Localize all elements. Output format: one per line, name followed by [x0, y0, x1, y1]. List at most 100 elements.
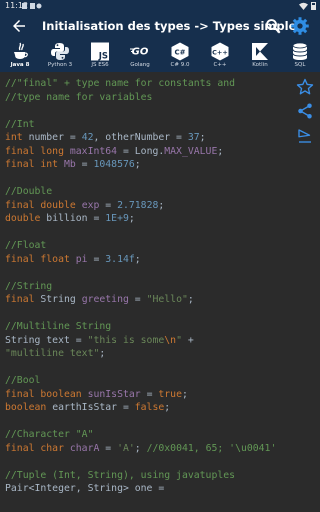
code-token-comment: //0x0041, 65; '\u0041': [146, 442, 277, 454]
code-line: String text = "this is some\n" +: [0, 334, 290, 348]
code-line: int number = 42, otherNumber = 37;: [0, 131, 290, 145]
csharp-icon: C#: [171, 42, 189, 61]
gear-icon[interactable]: [290, 16, 310, 36]
tab-label: C++: [213, 62, 227, 68]
code-line: //Int: [0, 118, 290, 132]
tab-label: C# 9.0: [170, 62, 190, 68]
code-token-plain: ;: [99, 348, 106, 359]
tab-label: Kotlin: [252, 62, 268, 68]
code-token-keyword: final char: [5, 442, 70, 454]
code-line: final char charA = 'A'; //0x0041, 65; '\…: [0, 442, 290, 456]
code-token-keyword: final double: [5, 199, 82, 211]
javascript-icon: JS: [91, 42, 109, 61]
code-line: final String greeting = "Hello";: [0, 293, 290, 307]
code-token-plain: String: [40, 294, 82, 305]
code-line: //Float: [0, 239, 290, 253]
code-token-comment: //"final" + type name for constants and: [5, 78, 236, 89]
code-token-plain: ;: [164, 402, 171, 413]
app-bar: Initialisation des types -> Types simple…: [0, 12, 320, 40]
code-line: //Bool: [0, 374, 290, 388]
code-token-comment: //Character "A": [5, 429, 94, 440]
code-token-keyword: int: [5, 132, 29, 143]
code-token-plain: earthIsStar =: [52, 402, 135, 413]
code-token-keyword: final boolean: [5, 388, 88, 400]
tab-sql[interactable]: SQL: [280, 40, 320, 72]
code-token-string: "Hello": [146, 294, 188, 305]
code-token-comment: //Double: [5, 186, 53, 197]
code-token-plain: =: [140, 388, 159, 400]
code-token-plain: ;: [158, 199, 165, 211]
code-token-plain: =: [99, 442, 118, 454]
battery-icon: [311, 2, 316, 10]
code-token-keyword: final int: [5, 159, 64, 170]
tab-javascript[interactable]: JS JS ES6: [80, 40, 120, 72]
sort-icon[interactable]: [296, 127, 314, 145]
code-token-plain: , otherNumber =: [93, 132, 188, 143]
code-line: final long maxInt64 = Long.MAX_VALUE;: [0, 145, 290, 159]
code-line: //Double: [0, 185, 290, 199]
code-token-comment: //Tuple (Int, String), using javatuples: [5, 469, 236, 481]
code-token-number: 3.14f: [105, 253, 135, 265]
code-token-number: 2.71828: [117, 199, 159, 211]
search-icon[interactable]: [264, 17, 282, 35]
notification-icons: [22, 3, 42, 9]
tab-kotlin[interactable]: Kotlin: [240, 40, 280, 72]
code-token-plain: ;: [187, 294, 194, 305]
code-token-field: sunIsStar: [87, 388, 141, 400]
tab-label: JS ES6: [91, 62, 109, 68]
code-token-comment: //Multiline String: [5, 321, 112, 332]
database-icon: [292, 42, 308, 60]
tab-label: Python 3: [47, 62, 73, 68]
code-line: "multiline text";: [0, 347, 290, 361]
language-tabs: Java 8 Python 3 JS JS ES6 GO Golang C# C…: [0, 40, 320, 112]
code-token-plain: =: [128, 294, 147, 305]
cpp-icon: C++: [211, 42, 229, 61]
code-token-field: exp: [81, 199, 100, 211]
code-token-number: 37: [187, 132, 200, 143]
code-line: final double exp = 2.71828;: [0, 199, 290, 213]
tab-csharp[interactable]: C# C# 9.0: [160, 40, 200, 72]
code-token-keyword: false: [134, 402, 165, 413]
code-line: double billion = 1E+9;: [0, 212, 290, 226]
code-token-plain: =: [87, 253, 106, 265]
code-token-plain: ;: [128, 213, 135, 224]
code-token-field: charA: [69, 442, 100, 454]
code-line: final float pi = 3.14f;: [0, 253, 290, 267]
code-token-field: Mb: [63, 159, 76, 170]
golang-icon: GO: [130, 47, 149, 58]
kotlin-icon: [252, 43, 268, 60]
tab-java[interactable]: Java 8: [0, 40, 40, 72]
star-icon[interactable]: [296, 78, 314, 96]
code-token-plain: ;: [199, 132, 206, 143]
svg-text:C++: C++: [212, 49, 228, 57]
code-token-plain: number =: [28, 132, 82, 143]
code-token-plain: billion =: [46, 213, 106, 224]
code-token-plain: =: [75, 159, 94, 170]
code-token-comment: //Float: [5, 240, 47, 251]
svg-text:C#: C#: [174, 49, 185, 57]
code-token-plain: String text =: [5, 334, 88, 346]
svg-text:GO: GO: [132, 47, 149, 58]
code-line: //Tuple (Int, String), using javatuples: [0, 469, 290, 483]
share-icon[interactable]: [296, 102, 314, 120]
code-token-keyword: final long: [5, 145, 70, 157]
code-token-plain: Pair<Integer, String> one =: [5, 483, 165, 494]
code-token-string: 'A': [117, 442, 135, 454]
code-token-comment: //String: [5, 280, 53, 292]
tab-cpp[interactable]: C++ C++: [200, 40, 240, 72]
tab-label: SQL: [294, 62, 306, 68]
tab-golang[interactable]: GO Golang: [120, 40, 160, 72]
code-token-field: pi: [75, 253, 88, 265]
arrow-back-icon[interactable]: [10, 17, 28, 35]
code-token-comment: //Bool: [5, 375, 41, 386]
code-line: //String: [0, 280, 290, 294]
code-token-field: greeting: [81, 294, 129, 305]
code-token-plain: ;: [134, 159, 141, 170]
tab-python[interactable]: Python 3: [40, 40, 80, 72]
